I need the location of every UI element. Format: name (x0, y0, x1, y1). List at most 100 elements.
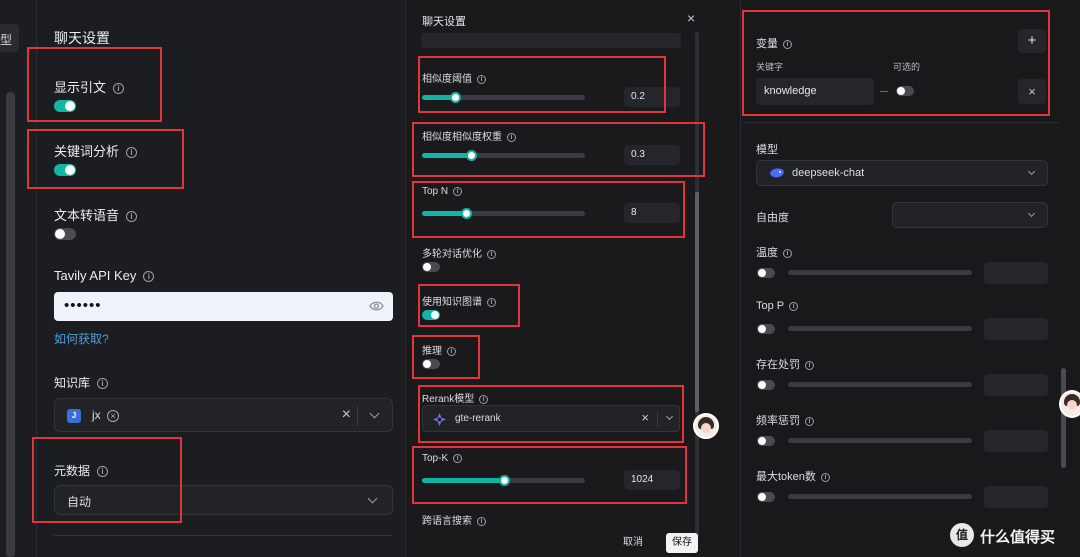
kb-tag-text: jx (92, 408, 101, 422)
max-tokens-input[interactable] (984, 486, 1048, 508)
watermark: 值 什么值得买 (950, 521, 1068, 549)
tavily-label: Tavily API Key i (54, 268, 155, 283)
model-select[interactable]: deepseek-chat (756, 160, 1048, 186)
rerank-value: gte-rerank (455, 413, 501, 424)
knowledge-graph-toggle[interactable] (422, 310, 440, 320)
info-icon[interactable]: i (479, 394, 489, 404)
similarity-slider[interactable] (422, 92, 585, 103)
model-label: 模型 (756, 144, 778, 156)
info-icon[interactable]: i (97, 378, 109, 390)
presence-penalty-slider[interactable] (788, 382, 972, 387)
chevron-down-icon[interactable] (367, 493, 378, 504)
info-icon[interactable]: i (783, 248, 792, 258)
info-icon[interactable]: i (97, 466, 109, 478)
info-icon[interactable]: i (126, 211, 138, 223)
chevron-down-icon[interactable] (369, 408, 380, 419)
info-icon[interactable]: i (805, 360, 814, 370)
keyword-analysis-toggle[interactable] (54, 164, 76, 176)
rerank-label: Rerank模型 i (422, 390, 489, 405)
info-icon[interactable]: i (789, 301, 799, 311)
knowledge-base-select[interactable]: J jx × × (54, 398, 393, 432)
info-icon[interactable]: i (820, 472, 830, 482)
temperature-toggle[interactable] (757, 268, 775, 278)
deepseek-icon (770, 168, 784, 178)
cancel-button[interactable]: 取消 (617, 533, 649, 553)
sim-weight-label: 相似度相似度权重 i (422, 128, 516, 143)
how-to-get-link[interactable]: 如何获取? (54, 330, 109, 347)
max-tokens-toggle[interactable] (757, 492, 775, 502)
middle-scrollbar[interactable] (695, 32, 699, 537)
topk-slider[interactable] (422, 475, 585, 486)
left-scroll-track[interactable] (6, 92, 15, 557)
info-icon[interactable]: i (113, 83, 125, 95)
frequency-penalty-toggle[interactable] (757, 436, 775, 446)
left-tab-label: 型 (0, 33, 13, 47)
kb-tag-remove-icon[interactable]: × (107, 410, 119, 422)
info-icon[interactable]: i (477, 516, 486, 526)
info-icon[interactable]: i (477, 74, 486, 84)
topn-input[interactable]: 8 (624, 203, 680, 223)
frequency-penalty-slider[interactable] (788, 438, 972, 443)
rerank-select[interactable]: gte-rerank × (422, 405, 680, 432)
add-variable-button[interactable]: + (1018, 29, 1046, 53)
right-scrollbar[interactable] (1061, 368, 1066, 468)
save-button[interactable]: 保存 (666, 533, 698, 553)
metadata-select[interactable]: 自动 (54, 485, 393, 515)
info-icon[interactable]: i (143, 271, 155, 283)
frequency-penalty-input[interactable] (984, 430, 1048, 452)
tavily-api-key-input[interactable]: •••••• (54, 292, 393, 321)
assistant-avatar[interactable] (693, 413, 719, 439)
prompt-textarea[interactable] (421, 33, 681, 48)
temperature-input[interactable] (984, 262, 1048, 284)
info-icon[interactable]: i (453, 186, 463, 196)
reasoning-label: 推理 i (422, 342, 456, 357)
assistant-avatar[interactable] (1059, 390, 1080, 418)
chevron-down-icon[interactable] (1027, 209, 1036, 218)
knowledge-graph-label: 使用知识图谱 i (422, 293, 496, 308)
max-tokens-slider[interactable] (788, 494, 972, 499)
eye-icon[interactable] (369, 300, 384, 312)
multi-turn-label: 多轮对话优化 i (422, 245, 496, 260)
metadata-value: 自动 (67, 495, 92, 509)
close-icon[interactable]: × (687, 10, 695, 26)
temperature-slider[interactable] (788, 270, 972, 275)
rerank-model-icon (432, 412, 447, 427)
remove-variable-button[interactable]: × (1018, 79, 1046, 104)
metadata-label: 元数据 i (54, 462, 109, 479)
sim-weight-slider[interactable] (422, 150, 585, 161)
info-icon[interactable]: i (126, 147, 138, 159)
info-icon[interactable]: i (487, 297, 496, 307)
presence-penalty-input[interactable] (984, 374, 1048, 396)
kb-tag-avatar: J (67, 409, 81, 423)
variable-optional-toggle[interactable] (896, 86, 914, 96)
similarity-input[interactable]: 0.2 (624, 87, 680, 107)
variable-dash (880, 91, 888, 92)
top-p-input[interactable] (984, 318, 1048, 340)
info-icon[interactable]: i (447, 346, 456, 356)
left-divider (36, 0, 37, 557)
close-icon[interactable]: × (342, 406, 351, 424)
show-quote-label: 显示引文 i (54, 77, 125, 96)
info-icon[interactable]: i (507, 132, 516, 142)
top-p-slider[interactable] (788, 326, 972, 331)
freedom-select[interactable] (892, 202, 1048, 228)
presence-penalty-toggle[interactable] (757, 380, 775, 390)
tts-toggle[interactable] (54, 228, 76, 240)
show-quote-toggle[interactable] (54, 100, 76, 112)
reasoning-toggle[interactable] (422, 359, 440, 369)
topk-input[interactable]: 1024 (624, 470, 680, 490)
sim-weight-input[interactable]: 0.3 (624, 145, 680, 165)
chevron-down-icon[interactable] (665, 412, 674, 421)
info-icon[interactable]: i (453, 453, 463, 463)
multi-turn-toggle[interactable] (422, 262, 440, 272)
variable-keyword-input[interactable]: knowledge (756, 78, 874, 105)
topn-slider[interactable] (422, 208, 585, 219)
top-p-toggle[interactable] (757, 324, 775, 334)
close-icon[interactable]: × (641, 410, 649, 425)
info-icon[interactable]: i (805, 416, 814, 426)
info-icon[interactable]: i (487, 249, 496, 259)
bottom-divider (54, 535, 393, 536)
model-value: deepseek-chat (792, 167, 865, 179)
info-icon[interactable]: i (783, 39, 792, 49)
chevron-down-icon[interactable] (1027, 167, 1036, 176)
